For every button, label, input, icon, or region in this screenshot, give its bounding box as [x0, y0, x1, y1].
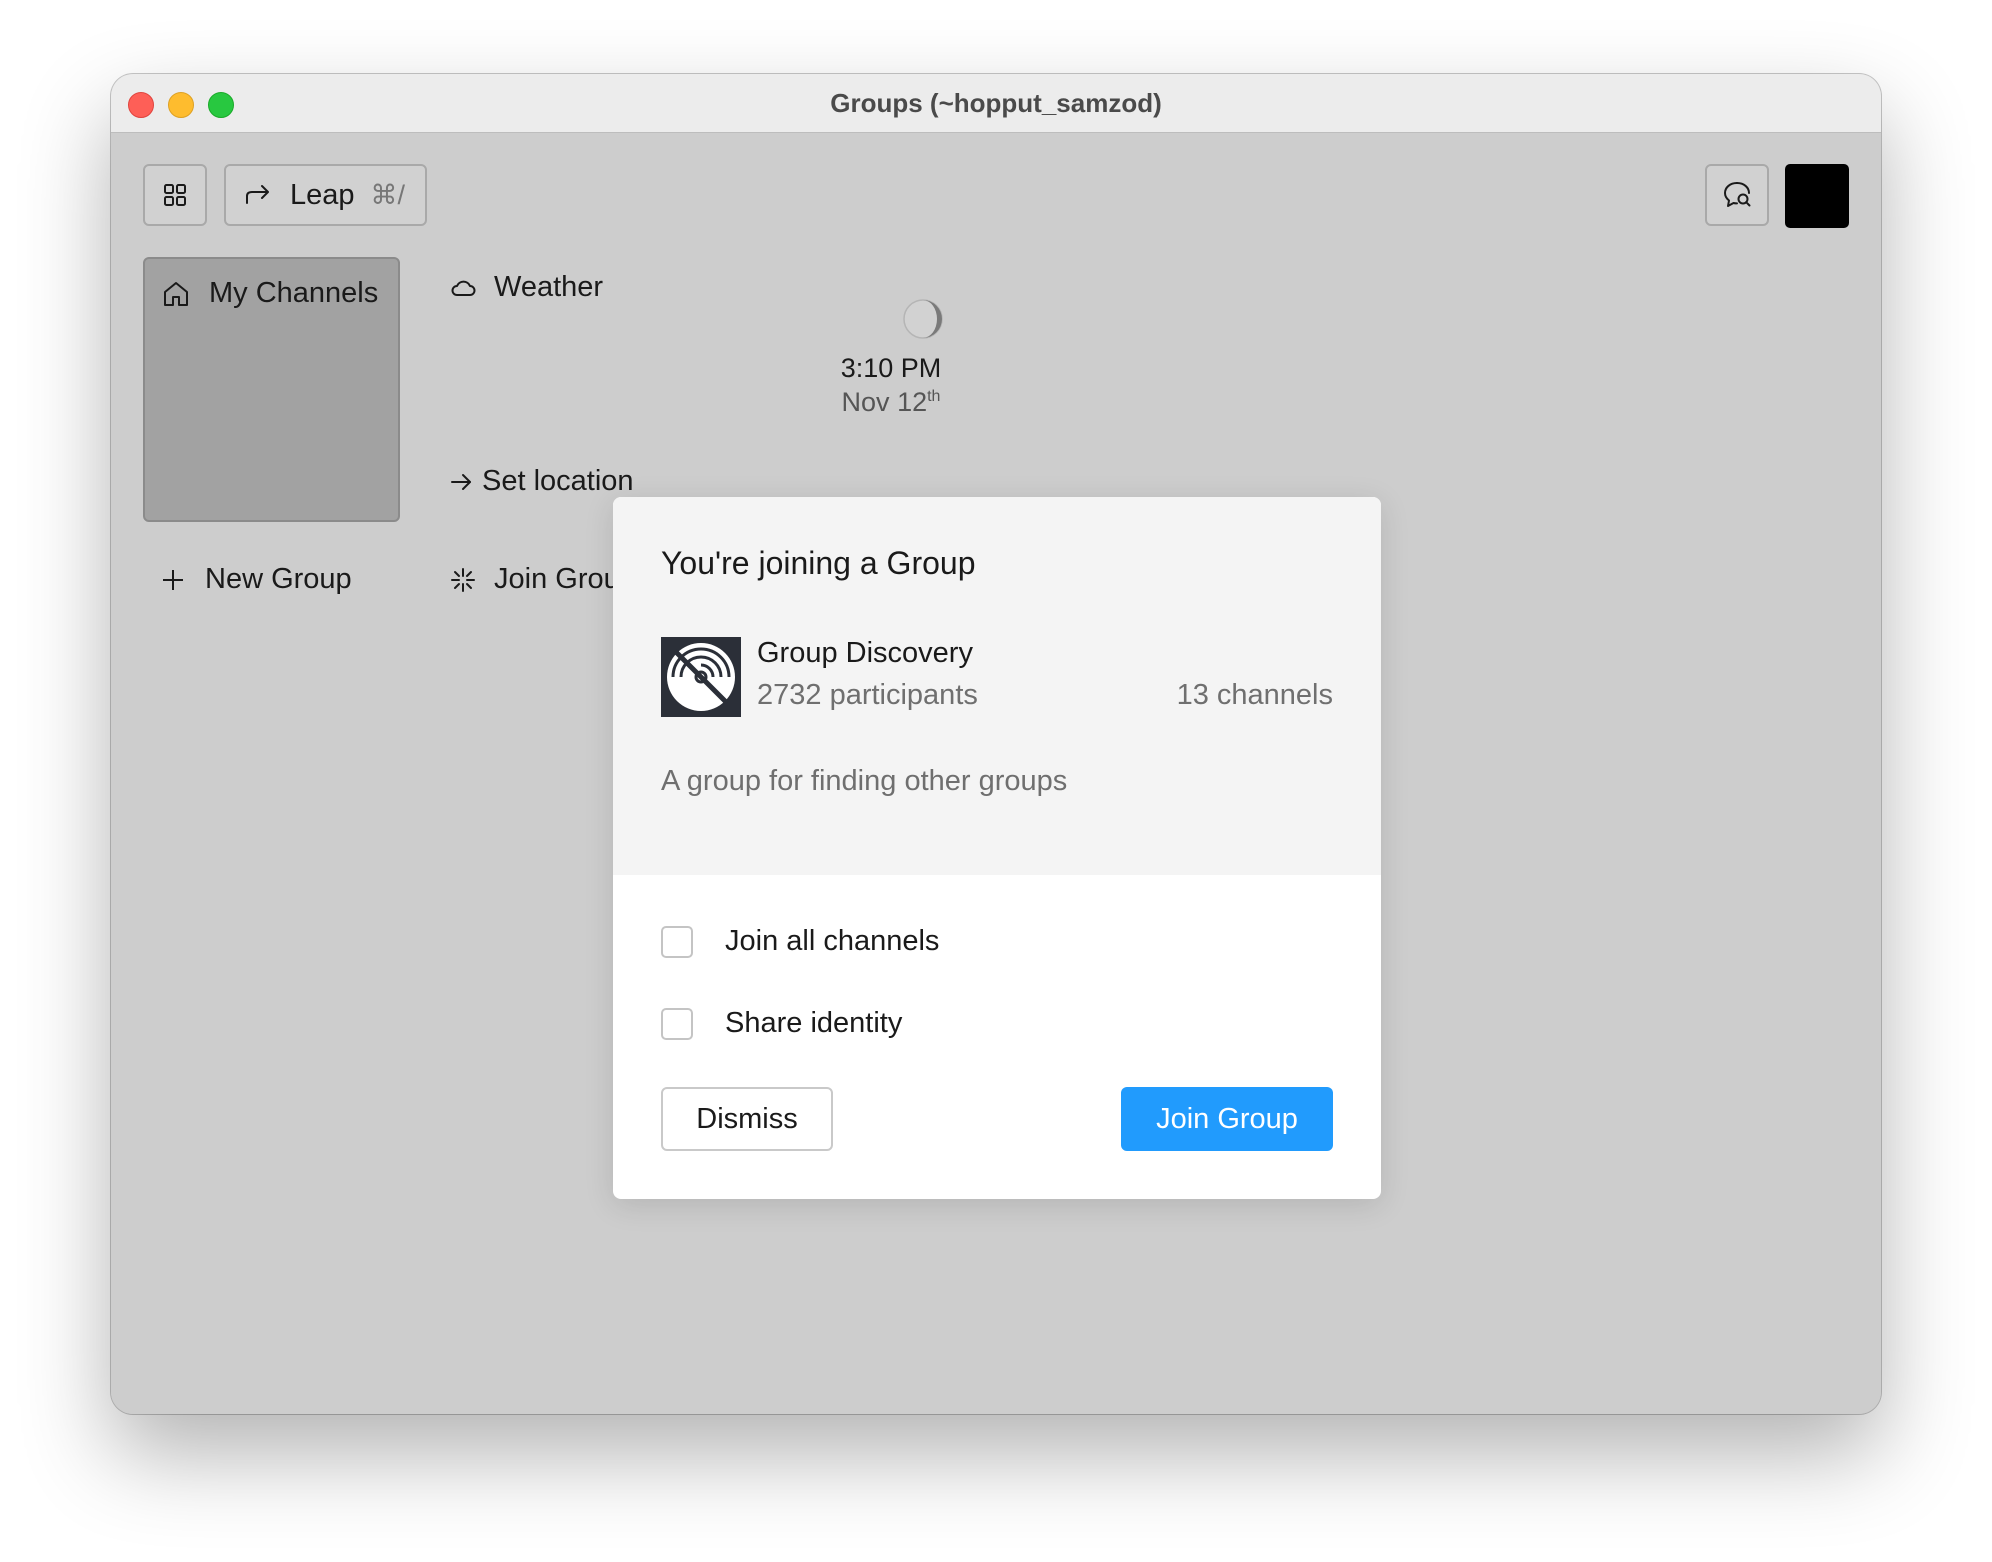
- dismiss-button[interactable]: Dismiss: [661, 1087, 833, 1151]
- my-channels-label: My Channels: [209, 277, 379, 309]
- new-group-label: New Group: [205, 563, 352, 595]
- forward-arrow-icon: [246, 185, 269, 204]
- join-group-button[interactable]: Join Group: [1121, 1087, 1333, 1151]
- leap-button[interactable]: Leap ⌘/: [224, 164, 427, 226]
- new-group-button[interactable]: New Group: [161, 563, 352, 596]
- weather-label: Weather: [494, 271, 604, 303]
- messages-button[interactable]: [1705, 164, 1769, 226]
- join-group-dialog: You're joining a Group Group Discovery 2…: [613, 497, 1381, 1199]
- clock-date: Nov 12th: [801, 387, 981, 418]
- arrow-right-icon: [451, 473, 471, 490]
- dialog-title: You're joining a Group: [661, 545, 976, 581]
- share-identity-option[interactable]: Share identity: [661, 1007, 902, 1040]
- clock-date-suffix: th: [927, 388, 941, 405]
- group-discovery-logo-icon: [661, 637, 741, 717]
- my-channels-tile[interactable]: My Channels: [143, 257, 400, 522]
- sparkle-icon: [451, 567, 475, 592]
- join-group-sidebar-button[interactable]: Join Group: [450, 563, 636, 596]
- group-channels-count: 13 channels: [1176, 679, 1333, 711]
- join-all-channels-label: Join all channels: [725, 925, 940, 957]
- group-summary: You're joining a Group Group Discovery 2…: [613, 497, 1381, 875]
- chat-search-icon: [1724, 182, 1751, 207]
- join-all-channels-option[interactable]: Join all channels: [661, 925, 939, 958]
- set-location-link[interactable]: Set location: [450, 465, 634, 498]
- weather-tile[interactable]: Weather: [450, 271, 603, 304]
- set-location-label: Set location: [482, 465, 634, 497]
- leap-shortcut: ⌘/: [370, 179, 406, 210]
- plus-icon: [163, 569, 183, 590]
- app-content: Leap ⌘/ My Channels New Group Weather 3:…: [111, 133, 1881, 1414]
- join-all-channels-checkbox[interactable]: [661, 925, 693, 958]
- group-name: Group Discovery: [757, 637, 973, 669]
- cloud-icon: [451, 280, 476, 296]
- window-title: Groups (~hopput_samzod): [830, 88, 1162, 118]
- home-icon: [164, 282, 188, 306]
- grid-icon: [164, 184, 186, 206]
- app-window: Groups (~hopput_samzod) Leap ⌘/ My Chann…: [111, 74, 1881, 1414]
- clock-date-text: Nov 12: [841, 387, 928, 417]
- group-participants: 2732 participants: [757, 679, 978, 711]
- share-identity-label: Share identity: [725, 1007, 903, 1039]
- group-description: A group for finding other groups: [661, 765, 1068, 797]
- apps-grid-button[interactable]: [143, 164, 207, 226]
- profile-avatar-button[interactable]: [1785, 164, 1849, 228]
- titlebar: Groups (~hopput_samzod): [111, 74, 1881, 133]
- clock-time: 3:10 PM: [840, 353, 942, 383]
- leap-label: Leap: [290, 178, 355, 211]
- share-identity-checkbox[interactable]: [661, 1007, 693, 1040]
- moon-phase-icon: [903, 299, 943, 339]
